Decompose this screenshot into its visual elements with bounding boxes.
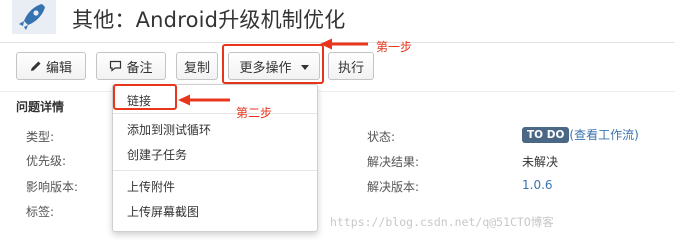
labels-label: 标签: [26,205,55,219]
dropdown-divider [113,113,317,114]
arrow-left-icon [178,94,230,106]
comment-button-label: 备注 [126,60,153,76]
status-value: TO DO (查看工作流) [522,126,639,143]
dropdown-item-upload-attachment[interactable]: 上传附件 [127,178,175,195]
affects-version-label: 影响版本: [26,180,79,194]
comment-icon [110,60,122,72]
step2-label: 第二步 [236,106,273,120]
priority-label: 优先级: [26,154,67,168]
execute-button[interactable]: 执行 [328,52,374,80]
copy-button[interactable]: 复制 [176,52,218,80]
pencil-icon [30,61,41,71]
type-label: 类型: [26,130,55,144]
arrow-left-icon [320,38,368,50]
step1-highlight [222,44,324,84]
step1-label: 第一步 [376,40,413,54]
copy-button-label: 复制 [183,60,210,76]
dropdown-item-create-subtask[interactable]: 创建子任务 [127,146,187,163]
edit-button[interactable]: 编辑 [16,52,86,80]
rocket-icon [12,0,56,34]
dropdown-item-add-to-test-cycle[interactable]: 添加到测试循环 [127,121,211,138]
toolbar-divider [0,91,675,92]
edit-button-label: 编辑 [45,60,72,76]
watermark: https://blog.csdn.net/q@51CTO博客 [330,215,554,229]
step2-highlight [113,84,177,110]
fix-version-label: 解决版本: [367,180,420,194]
resolution-label: 解决结果: [367,155,420,169]
page-title: 其他：Android升级机制优化 [72,8,346,32]
execute-button-label: 执行 [337,60,364,76]
dropdown-divider [113,170,317,171]
status-label: 状态: [367,130,396,144]
details-section-title: 问题详情 [16,100,65,114]
status-badge: TO DO [522,127,570,143]
dropdown-item-upload-screenshot[interactable]: 上传屏幕截图 [127,203,199,220]
resolution-value: 未解决 [522,155,559,169]
fix-version-link[interactable]: 1.0.6 [522,178,553,192]
view-workflow-link[interactable]: (查看工作流) [569,128,638,142]
comment-button[interactable]: 备注 [96,52,166,80]
